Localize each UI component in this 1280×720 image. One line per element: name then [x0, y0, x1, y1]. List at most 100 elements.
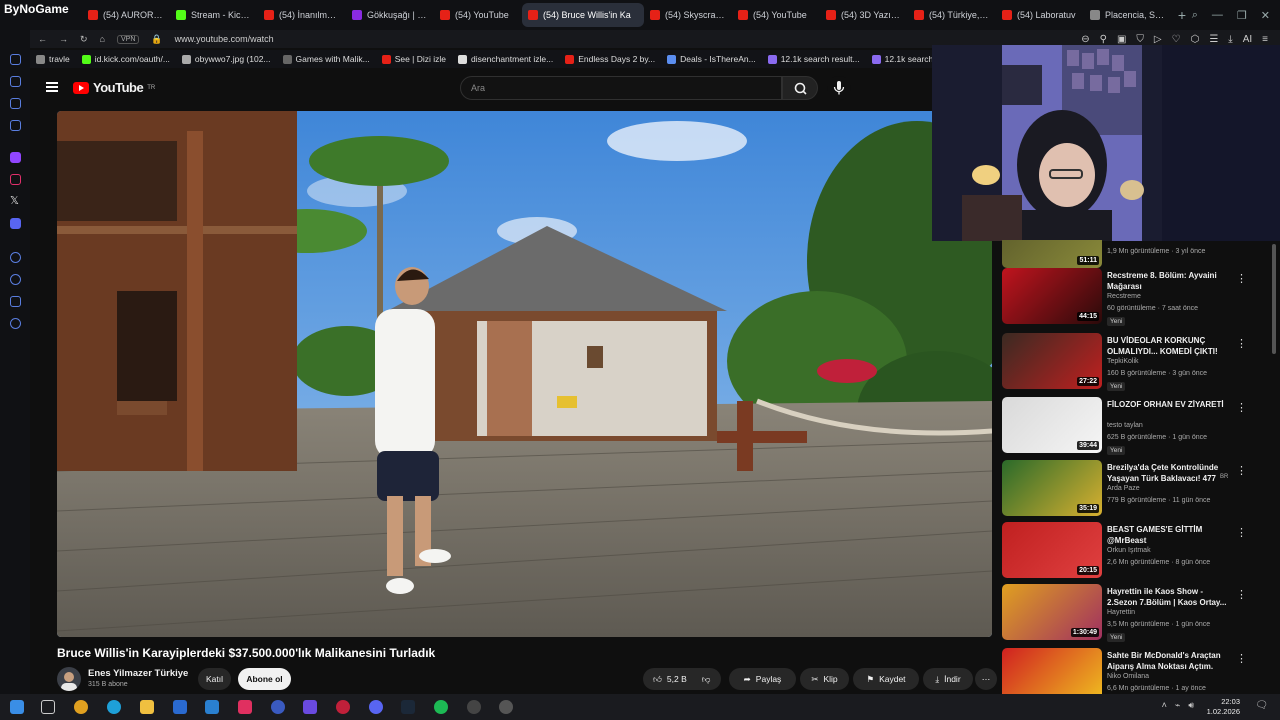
recommended-channel[interactable]: Niko Omilana — [1107, 673, 1149, 680]
pin-icon[interactable]: ⚲ — [1100, 34, 1107, 45]
more-options-icon[interactable]: ⋮ — [1236, 272, 1247, 285]
clock[interactable]: 22:03 1.02.2026 — [1207, 697, 1240, 717]
more-options-icon[interactable]: ⋮ — [1236, 588, 1247, 601]
sidebar-extensions-icon[interactable] — [10, 296, 21, 307]
save-button[interactable]: ⚑ Kaydet — [853, 668, 919, 690]
more-actions-button[interactable]: ⋯ — [975, 668, 997, 690]
download-button[interactable]: ⤓ İndir — [923, 668, 973, 690]
recommended-title[interactable]: Brezilya'da Çete Kontrolünde Yaşayan Tür… — [1107, 462, 1231, 484]
snapshot-icon[interactable]: ▣ — [1117, 34, 1126, 45]
channel-avatar[interactable] — [57, 667, 81, 691]
easy-setup-icon[interactable]: ☰ — [1209, 34, 1218, 45]
browser-tab[interactable]: (54) YouTube — [732, 3, 820, 27]
maximize-icon[interactable]: ❐ — [1237, 9, 1247, 22]
browser-tab[interactable]: (54) İnanılmaz d — [258, 3, 346, 27]
search-tabs-icon[interactable]: ⌕ — [1192, 9, 1198, 22]
browser-tab[interactable]: Stream - Kick D — [170, 3, 258, 27]
recommendations-scrollbar[interactable] — [1272, 244, 1276, 354]
recommended-title[interactable]: FİLOZOF ORHAN EV ZİYARETİ — [1107, 399, 1231, 410]
app2-icon[interactable] — [271, 700, 285, 714]
bookmark-item[interactable]: 12.1k search result... — [767, 54, 860, 64]
url-field[interactable]: www.youtube.com/watch — [175, 34, 274, 44]
recommended-video[interactable]: Sahte Bir McDonald's Araçtan Aiparış Alm… — [1002, 648, 1264, 694]
sidebar-history-icon[interactable] — [10, 274, 21, 285]
browser-tab[interactable]: Placencia, Stann — [1084, 3, 1172, 27]
recommended-channel[interactable]: Recstreme — [1107, 293, 1141, 300]
recommended-video[interactable]: 51:11 1,9 Mn görüntüleme · 3 yıl önce — [1002, 240, 1264, 270]
bookmark-item[interactable]: id.kick.com/oauth/... — [81, 54, 170, 64]
recommended-channel[interactable]: Arda Paze — [1107, 485, 1140, 492]
download-icon[interactable]: ⤓ — [1228, 34, 1232, 45]
recommended-channel[interactable]: TepkiKolik — [1107, 358, 1139, 365]
adblock-icon[interactable]: ⛉ — [1136, 34, 1144, 45]
video-thumbnail[interactable]: 44:15 — [1002, 268, 1102, 324]
more-options-icon[interactable]: ⋮ — [1236, 401, 1247, 414]
recommended-channel[interactable]: Orkun Işıtmak — [1107, 547, 1151, 554]
notification-icon[interactable]: 🗨︎ — [1255, 700, 1268, 711]
edge-icon[interactable] — [107, 700, 121, 714]
browser-tab[interactable]: (54) Türkiye, Ya — [908, 3, 996, 27]
sidebar-x-icon[interactable]: 𝕏 — [10, 194, 19, 207]
browser-tab[interactable]: (54) Skyscraper — [644, 3, 732, 27]
app-icon[interactable] — [238, 700, 252, 714]
extension-icon[interactable]: ⬡ — [1191, 34, 1200, 45]
new-tab-button[interactable]: + — [1172, 7, 1192, 23]
sidebar-player-icon[interactable] — [10, 252, 21, 263]
tray-chevron-icon[interactable]: ˄ — [1162, 700, 1167, 711]
close-icon[interactable]: ✕ — [1261, 9, 1270, 22]
browser-tab[interactable]: Gökkuşağı | Sh — [346, 3, 434, 27]
video-thumbnail[interactable] — [1002, 648, 1102, 694]
recommended-video[interactable]: 27:22 BU VİDEOLAR KORKUNÇ OLMALIYDI... KO… — [1002, 333, 1264, 391]
task-view-icon[interactable] — [41, 700, 55, 714]
video-thumbnail[interactable]: 35:19 — [1002, 460, 1102, 516]
start-icon[interactable] — [10, 700, 24, 714]
aria-ai-button[interactable]: AI — [1243, 34, 1252, 45]
more-options-icon[interactable]: ⋮ — [1236, 464, 1247, 477]
home-icon[interactable]: ⌂ — [100, 34, 105, 44]
video-thumbnail[interactable]: 51:11 — [1002, 240, 1102, 268]
bookmark-item[interactable]: See | Dizi izle — [381, 54, 446, 64]
channel-name[interactable]: Enes Yilmazer Türkiye — [88, 668, 188, 679]
more-options-icon[interactable]: ⋮ — [1236, 337, 1247, 350]
opera-gx-icon[interactable] — [336, 700, 350, 714]
browser-tab[interactable]: (54) YouTube — [434, 3, 522, 27]
minimize-icon[interactable]: — — [1212, 9, 1223, 22]
discord-icon[interactable] — [369, 700, 383, 714]
bookmark-item[interactable]: Deals - IsThereAn... — [667, 54, 756, 64]
browser-tab[interactable]: (54) Bruce Willis'in Ka — [522, 3, 644, 27]
more-options-icon[interactable]: ⋮ — [1236, 652, 1247, 665]
play-icon[interactable]: ▷ — [1154, 34, 1162, 45]
recommended-channel[interactable]: testo taylan — [1107, 422, 1143, 429]
recommended-title[interactable]: Recstreme 8. Bölüm: Ayvaini Mağarası — [1107, 270, 1231, 292]
bookmark-item[interactable]: Endless Days 2 by... — [565, 54, 655, 64]
recommended-title[interactable]: BU VİDEOLAR KORKUNÇ OLMALIYDI... KOMEDİ … — [1107, 335, 1231, 357]
video-thumbnail[interactable]: 1:30:49 — [1002, 584, 1102, 640]
steam-icon[interactable] — [401, 700, 415, 714]
copilot-icon[interactable] — [74, 700, 88, 714]
sidebar-twitch-icon[interactable] — [10, 152, 21, 163]
sidebar-instagram-icon[interactable] — [10, 174, 21, 185]
recommended-video[interactable]: 44:15 Recstreme 8. Bölüm: Ayvaini Mağaras… — [1002, 268, 1264, 326]
forward-icon[interactable]: → — [59, 34, 68, 44]
spotify-icon[interactable] — [434, 700, 448, 714]
video-player[interactable] — [57, 111, 992, 637]
bookmark-item[interactable]: 12.1k search — [871, 54, 933, 64]
recommended-video[interactable]: 39:44 FİLOZOF ORHAN EV ZİYARETİ testo tayl… — [1002, 397, 1264, 455]
sidebar-discord-icon[interactable] — [10, 218, 21, 229]
join-button[interactable]: Katıl — [198, 668, 231, 690]
bookmark-item[interactable]: obywwo7.jpg (102... — [181, 54, 271, 64]
like-button[interactable]: 👍︎ 5,2 B 👎︎ — [643, 668, 721, 690]
recommended-channel[interactable]: Hayrettin — [1107, 609, 1135, 616]
recommended-title[interactable]: Sahte Bir McDonald's Araçtan Aiparış Alm… — [1107, 650, 1231, 672]
sidebar-aria-icon[interactable] — [10, 54, 21, 65]
sidebar-bag-icon[interactable] — [10, 76, 21, 87]
youtube-logo[interactable]: YouTube TR — [73, 80, 155, 95]
guide-menu-icon[interactable] — [46, 82, 58, 92]
voice-search-button[interactable] — [827, 76, 851, 100]
bookmark-item[interactable]: Games with Malik... — [282, 54, 370, 64]
recommended-video[interactable]: 1:30:49 Hayrettin ile Kaos Show - 2.Sezon… — [1002, 584, 1264, 642]
vpn-badge[interactable]: VPN — [116, 34, 140, 44]
recommended-video[interactable]: 20:15 BEAST GAMES'E GİTTİM @MrBeast Orkun … — [1002, 522, 1264, 580]
search-input[interactable]: Ara — [460, 76, 782, 100]
dislike-icon[interactable]: 👎︎ — [702, 674, 711, 685]
